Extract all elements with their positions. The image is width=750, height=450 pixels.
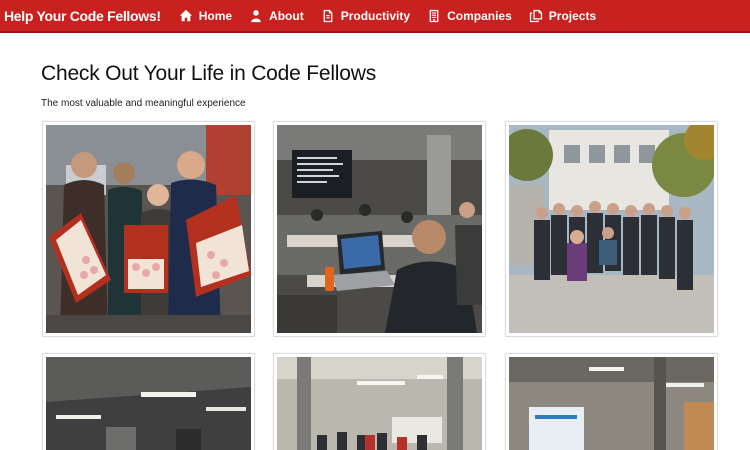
- nav-projects[interactable]: Projects: [529, 9, 596, 23]
- nav-about-label: About: [269, 8, 304, 23]
- nav-projects-label: Projects: [548, 8, 597, 23]
- nav-productivity-label: Productivity: [340, 8, 411, 23]
- photo-card[interactable]: [42, 121, 255, 337]
- page-subtitle: The most valuable and meaningful experie…: [41, 98, 246, 109]
- document-icon: [323, 9, 333, 22]
- photo-classroom: [277, 125, 482, 333]
- photo-office: [46, 357, 251, 450]
- brand-link[interactable]: Help Your Code Fellows!: [0, 8, 161, 24]
- nav-companies-label: Companies: [447, 8, 512, 23]
- photo-icebreaker: [509, 357, 714, 450]
- home-icon: [179, 9, 192, 21]
- nav-about[interactable]: About: [249, 9, 304, 23]
- building-icon: [429, 9, 439, 22]
- copy-icon: [529, 9, 542, 22]
- photo-card[interactable]: [273, 121, 486, 337]
- photo-event: [277, 357, 482, 450]
- photo-card[interactable]: [42, 353, 255, 450]
- nav-home-label: Home: [198, 8, 233, 23]
- page-title: Check Out Your Life in Code Fellows: [41, 62, 377, 85]
- nav-productivity[interactable]: Productivity: [321, 9, 410, 23]
- photo-card[interactable]: [273, 353, 486, 450]
- photo-group: [509, 125, 714, 333]
- nav-home[interactable]: Home: [179, 9, 232, 23]
- user-icon: [251, 9, 261, 22]
- photo-card[interactable]: [505, 353, 718, 450]
- nav-companies[interactable]: Companies: [427, 9, 512, 23]
- photo-card[interactable]: [505, 121, 718, 337]
- navbar: Help Your Code Fellows! Home About Produ…: [0, 0, 750, 33]
- photo-students-donuts: [46, 125, 251, 333]
